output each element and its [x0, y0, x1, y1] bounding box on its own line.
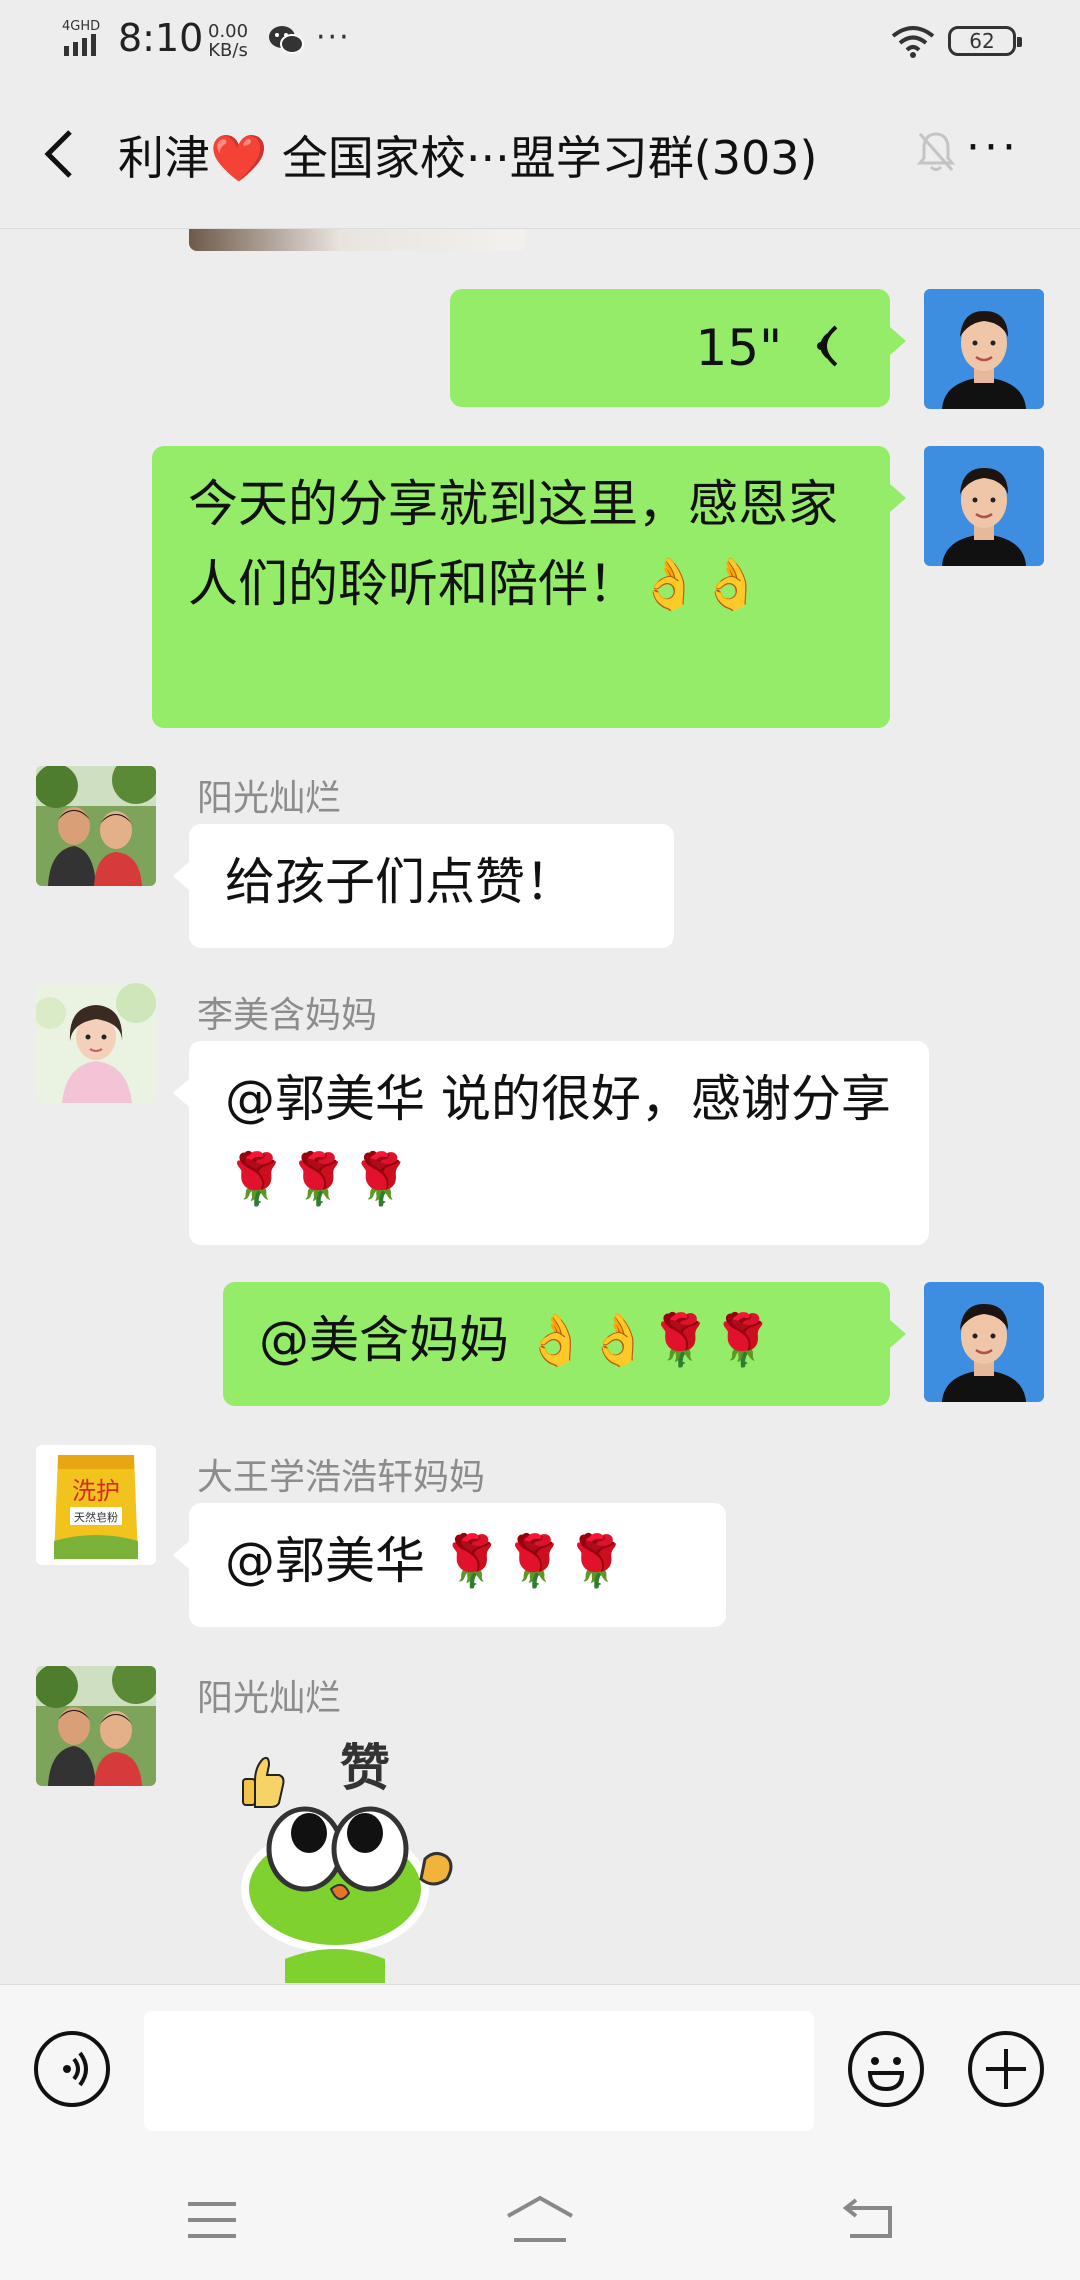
sent-message[interactable]: 今天的分享就到这里，感恩家人们的聆听和陪伴！👌👌: [152, 446, 906, 728]
chat-title: 利津❤️ 全国家校···盟学习群(303): [118, 131, 818, 185]
product-sub: 天然皂粉: [74, 1510, 118, 1524]
mute-bell-icon: [916, 130, 956, 174]
previous-image-message[interactable]: [189, 229, 525, 251]
wifi-icon: [890, 24, 936, 62]
chat-header: 利津❤️ 全国家校···盟学习群(303) ···: [0, 82, 1080, 229]
message-text: @美含妈妈 👌👌🌹🌹: [259, 1311, 774, 1369]
sender-avatar[interactable]: 洗护 天然皂粉: [36, 1445, 156, 1565]
sender-name: 李美含妈妈: [197, 995, 378, 1036]
product-brand: 洗护: [72, 1477, 120, 1505]
voice-wave-icon: [806, 311, 840, 393]
network-type: 4GHD: [62, 19, 100, 34]
message-list[interactable]: 15" 今天的分享就到这里，感恩家人们的聆听和陪伴！👌👌 阳光灿烂 给孩子们点赞…: [0, 229, 1080, 1983]
input-bar: [0, 1984, 1080, 2153]
sender-name: 阳光灿烂: [197, 1678, 342, 1719]
thumbs-up-icon: [242, 1756, 285, 1808]
voice-input-icon[interactable]: [34, 2031, 110, 2107]
self-avatar[interactable]: [924, 289, 1044, 409]
voice-duration: 15": [695, 319, 783, 377]
received-message[interactable]: @郭美华 🌹🌹🌹: [173, 1503, 726, 1627]
sender-name: 大王学浩浩轩妈妈: [197, 1457, 486, 1498]
voice-message[interactable]: 15": [450, 289, 906, 407]
more-icon[interactable]: ···: [966, 122, 1020, 173]
received-message[interactable]: @郭美华 说的很好，感谢分享🌹🌹🌹: [173, 1041, 929, 1245]
status-bar: 4GHD 8:10 0.00 KB/s ··· 62: [0, 0, 1080, 82]
back-icon[interactable]: [40, 124, 76, 184]
network-speed: 0.00 KB/s: [208, 22, 248, 60]
sender-avatar[interactable]: [36, 983, 156, 1103]
status-more-icon: ···: [316, 20, 351, 55]
received-message[interactable]: 给孩子们点赞！: [173, 824, 674, 948]
system-navigation-bar: [0, 2152, 1080, 2280]
emoji-icon[interactable]: [848, 2031, 924, 2107]
wechat-icon: [268, 24, 304, 56]
battery-icon: 62: [948, 26, 1022, 56]
message-text: @郭美华 说的很好，感谢分享🌹🌹🌹: [225, 1070, 891, 1208]
back-nav-icon[interactable]: [842, 2196, 896, 2244]
message-text: @郭美华 🌹🌹🌹: [225, 1532, 628, 1590]
self-avatar[interactable]: [924, 446, 1044, 566]
sent-message[interactable]: @美含妈妈 👌👌🌹🌹: [223, 1282, 906, 1406]
message-text: 今天的分享就到这里，感恩家人们的聆听和陪伴！👌👌: [188, 475, 838, 613]
message-text: 给孩子们点赞！: [225, 853, 575, 911]
network-speed-value: 0.00: [208, 21, 249, 42]
network-speed-unit: KB/s: [208, 40, 248, 61]
sticker-text: 赞: [340, 1739, 390, 1797]
menu-icon[interactable]: [186, 2200, 238, 2244]
message-input[interactable]: [144, 2011, 814, 2131]
self-avatar[interactable]: [924, 1282, 1044, 1402]
signal-icon: 4GHD: [62, 18, 112, 62]
sticker-message[interactable]: 赞: [225, 1729, 525, 1983]
plus-icon[interactable]: [968, 2031, 1044, 2107]
sender-avatar[interactable]: [36, 1666, 156, 1786]
status-time: 8:10: [118, 16, 204, 60]
home-icon[interactable]: [504, 2194, 576, 2248]
sender-avatar[interactable]: [36, 766, 156, 886]
sender-name: 阳光灿烂: [197, 778, 342, 819]
